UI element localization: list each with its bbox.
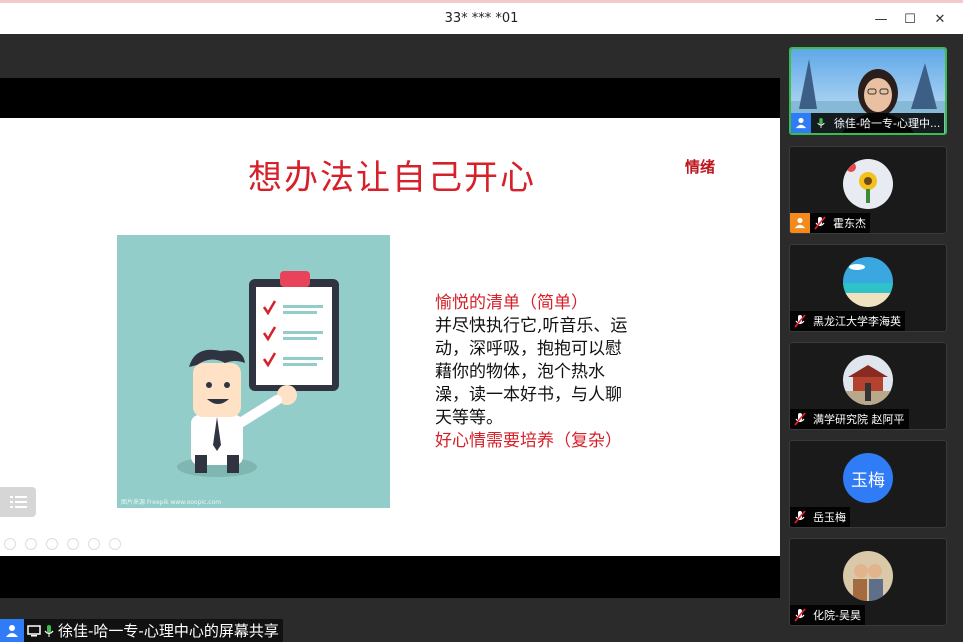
participant-nameplate: 徐佳-哈一专-心理中... (791, 113, 945, 133)
microphone-muted-icon (814, 216, 826, 230)
temple-photo-icon (843, 355, 893, 405)
presentation-slide: 想办法让自己开心 情绪 图片来源 Freepik www.ooopic.com … (0, 118, 780, 556)
participant-avatar: 玉梅 (843, 453, 893, 503)
tool-zoom-icon[interactable] (88, 538, 100, 550)
mic-status (790, 409, 810, 429)
cohost-badge (790, 213, 810, 233)
microphone-on-icon (817, 118, 825, 128)
mic-status (811, 113, 831, 133)
window-title: 33* *** *01 (444, 11, 519, 26)
tool-pen-icon[interactable] (46, 538, 58, 550)
tool-more-icon[interactable] (109, 538, 121, 550)
microphone-muted-icon (794, 608, 806, 622)
microphone-on-icon (44, 624, 54, 637)
participant-nameplate: 岳玉梅 (790, 507, 850, 527)
image-watermark: 图片来源 Freepik www.ooopic.com (121, 499, 222, 506)
slide-text-block: 愉悦的清单（简单） 并尽快执行它,听音乐、运动，深呼吸，抱抱可以慰藉你的物体，泡… (435, 292, 635, 453)
user-avatar (0, 619, 24, 642)
participant-name: 徐佳-哈一专-心理中... (834, 117, 941, 130)
beach-icon (843, 257, 893, 307)
window-titlebar: 33* *** *01 — ☐ ✕ (0, 0, 963, 34)
participant-tile[interactable]: 玉梅 岳玉梅 (789, 440, 947, 528)
slide-text-body: 并尽快执行它,听音乐、运动，深呼吸，抱抱可以慰藉你的物体，泡个热水澡，读一本好书… (435, 316, 628, 428)
participant-avatar (843, 257, 893, 307)
slide-toolbar (4, 538, 121, 552)
participant-name: 满学研究院 赵阿平 (813, 413, 905, 426)
screen-share-status: 徐佳-哈一专-心理中心的屏幕共享 (0, 619, 283, 642)
microphone-muted-icon (794, 412, 806, 426)
sunflower-toy-icon (843, 159, 893, 209)
participant-tile[interactable]: 徐佳-哈一专-心理中... (789, 47, 947, 135)
person-icon (6, 624, 18, 637)
minimize-button[interactable]: — (870, 9, 892, 31)
avatar-initials: 玉梅 (851, 470, 885, 491)
slide-tag: 情绪 (685, 158, 716, 176)
person-icon (795, 117, 807, 129)
slide-text-footer: 好心情需要培养（复杂） (435, 431, 622, 451)
checklist-illustration: 图片来源 Freepik www.ooopic.com (117, 235, 390, 508)
participant-tile[interactable]: 黑龙江大学李海英 (789, 244, 947, 332)
participant-avatar (843, 355, 893, 405)
slide-list-button[interactable] (0, 487, 36, 517)
tool-pointer-icon[interactable] (4, 538, 16, 550)
participant-name: 霍东杰 (833, 217, 866, 230)
person-icon (794, 217, 806, 229)
close-button[interactable]: ✕ (929, 9, 951, 31)
participant-avatar (843, 551, 893, 601)
slide-text-heading: 愉悦的清单（简单） (435, 293, 588, 313)
share-status-label-box: 徐佳-哈一专-心理中心的屏幕共享 (24, 619, 283, 642)
participant-name: 黑龙江大学李海英 (813, 315, 901, 328)
tool-eraser-icon[interactable] (67, 538, 79, 550)
microphone-muted-icon (794, 314, 806, 328)
participant-tile[interactable]: 霍东杰 (789, 146, 947, 234)
participant-nameplate: 霍东杰 (790, 213, 870, 233)
mic-status (790, 605, 810, 625)
mic-status (810, 213, 830, 233)
letterbox-top (0, 78, 780, 118)
list-icon (10, 496, 27, 508)
host-badge (791, 113, 811, 133)
participant-tile[interactable]: 满学研究院 赵阿平 (789, 342, 947, 430)
participant-name: 化院-吴昊 (813, 609, 861, 622)
participant-tile[interactable]: 化院-吴昊 (789, 538, 947, 626)
microphone-muted-icon (794, 510, 806, 524)
participant-nameplate: 满学研究院 赵阿平 (790, 409, 909, 429)
participant-nameplate: 化院-吴昊 (790, 605, 865, 625)
participant-name: 岳玉梅 (813, 511, 846, 524)
share-status-label: 徐佳-哈一专-心理中心的屏幕共享 (58, 622, 279, 640)
mic-status (790, 507, 810, 527)
participant-nameplate: 黑龙江大学李海英 (790, 311, 905, 331)
couple-photo-icon (843, 551, 893, 601)
tool-play-icon[interactable] (25, 538, 37, 550)
slide-title: 想办法让自己开心 (248, 158, 536, 198)
participant-avatar (843, 159, 893, 209)
clipboard-businessman-icon (177, 271, 339, 477)
maximize-button[interactable]: ☐ (899, 9, 921, 31)
screen-share-icon (27, 624, 41, 636)
letterbox-bottom (0, 556, 780, 598)
mic-status (790, 311, 810, 331)
